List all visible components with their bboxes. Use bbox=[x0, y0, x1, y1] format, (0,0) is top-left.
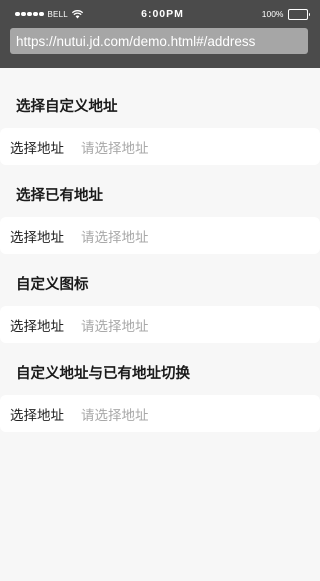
cell-placeholder: 请选择地址 bbox=[81, 318, 149, 335]
select-address-cell[interactable]: 选择地址 请选择地址 bbox=[0, 395, 320, 432]
status-right: 100% bbox=[210, 8, 310, 20]
browser-chrome: BELL 6:00PM 100% https://nutui.jd.com/de… bbox=[0, 0, 320, 68]
status-bar: BELL 6:00PM 100% bbox=[0, 0, 320, 28]
battery-icon bbox=[287, 8, 310, 20]
cell-label: 选择地址 bbox=[10, 140, 64, 157]
section-title: 选择自定义地址 bbox=[16, 99, 118, 115]
battery-percent: 100% bbox=[261, 9, 284, 19]
cell-placeholder: 请选择地址 bbox=[81, 407, 149, 424]
section-existing-address: 选择已有地址 选择地址 请选择地址 bbox=[0, 175, 320, 254]
section-title: 选择已有地址 bbox=[16, 188, 103, 204]
select-address-cell[interactable]: 选择地址 请选择地址 bbox=[0, 128, 320, 165]
cell-label: 选择地址 bbox=[10, 318, 64, 335]
cell-placeholder: 请选择地址 bbox=[81, 140, 149, 157]
status-left: BELL bbox=[15, 10, 115, 19]
select-address-cell[interactable]: 选择地址 请选择地址 bbox=[0, 217, 320, 254]
signal-strength-icon bbox=[15, 11, 44, 17]
section-custom-icon: 自定义图标 选择地址 请选择地址 bbox=[0, 264, 320, 343]
address-bar[interactable]: https://nutui.jd.com/demo.html#/address bbox=[10, 28, 308, 54]
select-address-cell[interactable]: 选择地址 请选择地址 bbox=[0, 306, 320, 343]
url-text[interactable]: https://nutui.jd.com/demo.html#/address bbox=[16, 34, 255, 49]
section-title: 自定义图标 bbox=[16, 277, 89, 293]
page-content: 选择自定义地址 选择地址 请选择地址 选择已有地址 选择地址 请选择地址 自定义… bbox=[0, 68, 320, 432]
clock: 6:00PM bbox=[141, 8, 184, 20]
cell-label: 选择地址 bbox=[10, 407, 64, 424]
wifi-icon bbox=[71, 9, 83, 19]
carrier-name: BELL bbox=[47, 9, 68, 19]
cell-label: 选择地址 bbox=[10, 229, 64, 246]
cell-placeholder: 请选择地址 bbox=[81, 229, 149, 246]
section-switch-address: 自定义地址与已有地址切换 选择地址 请选择地址 bbox=[0, 353, 320, 432]
section-title: 自定义地址与已有地址切换 bbox=[16, 366, 190, 382]
section-custom-address: 选择自定义地址 选择地址 请选择地址 bbox=[0, 86, 320, 165]
